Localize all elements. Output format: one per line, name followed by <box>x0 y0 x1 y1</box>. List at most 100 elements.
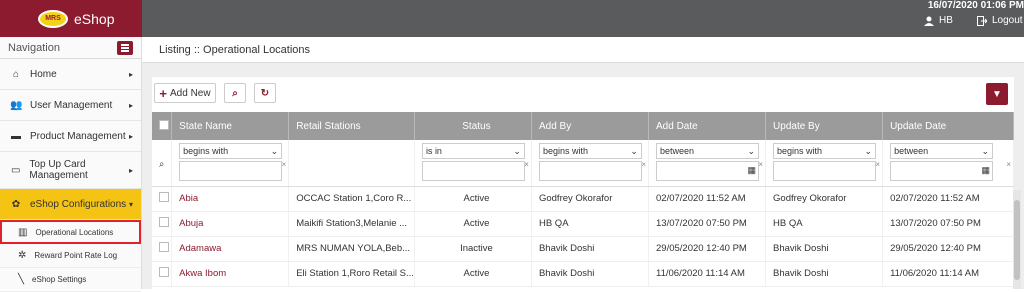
sidebar-item-label: Operational Locations <box>35 227 114 237</box>
sidebar-subitem-operational-locations[interactable]: ▥ Operational Locations <box>0 220 141 244</box>
user-menu[interactable]: HB <box>924 15 953 26</box>
row-select-cell[interactable] <box>152 211 173 237</box>
cell-add-date: 11/06/2020 11:14 AM <box>648 261 767 287</box>
filter-row: ⌕ begins with ⌄ × is in ⌄ × begins with ⌄ × be… <box>152 140 1014 187</box>
map-icon: ▥ <box>18 226 28 238</box>
row-checkbox[interactable] <box>159 267 169 277</box>
calendar-icon[interactable]: ▦ <box>747 165 756 176</box>
filter-input[interactable] <box>538 161 642 181</box>
cell-update-date: 13/07/2020 07:50 PM <box>882 211 1014 237</box>
sidebar-item-user-management[interactable]: 👥 User Management ▸ <box>0 90 141 121</box>
brand-name: eShop <box>74 10 115 27</box>
cell-retail-stations: Eli Station 1,Roro Retail S... <box>288 261 415 287</box>
filter-update-date: between ⌄ ▦ × <box>882 140 1014 187</box>
clear-icon[interactable]: × <box>282 160 287 169</box>
filter-date-input[interactable]: ▦ <box>890 161 994 181</box>
cell-state-name[interactable]: Abia <box>171 186 290 212</box>
row-checkbox[interactable] <box>159 242 169 252</box>
add-new-button[interactable]: + Add New <box>154 83 216 103</box>
select-all-cell[interactable] <box>152 112 173 140</box>
clear-icon[interactable]: × <box>875 160 880 169</box>
column-add-date[interactable]: Add Date <box>648 112 767 140</box>
cell-state-name[interactable]: Abuja <box>171 211 290 237</box>
mrs-badge: MRS <box>38 9 68 28</box>
table-row[interactable]: Abia OCCAC Station 1,Coro R... Active Go… <box>152 186 1014 212</box>
filter-operator-select[interactable]: is in ⌄ <box>421 143 525 159</box>
logout-label: Logout <box>992 15 1023 26</box>
table-row[interactable]: Abuja Maikifi Station3,Melanie ... Activ… <box>152 211 1014 237</box>
clear-icon[interactable]: × <box>641 160 646 169</box>
cell-update-date: 29/05/2020 12:40 PM <box>882 236 1014 262</box>
filter-state-name: begins with ⌄ × <box>171 140 290 187</box>
search-button[interactable]: ⌕ <box>224 83 246 103</box>
sidebar: Navigation ⌂ Home ▸ 👥 User Management ▸ ▬ Pro… <box>0 37 142 292</box>
clear-icon[interactable]: × <box>1006 160 1011 169</box>
row-checkbox[interactable] <box>159 217 169 227</box>
cell-status: Active <box>414 186 532 212</box>
filter-input[interactable] <box>773 161 877 181</box>
filter-operator-select[interactable]: begins with ⌄ <box>538 143 642 159</box>
nav-title: Navigation <box>8 41 60 54</box>
sidebar-item-home[interactable]: ⌂ Home ▸ <box>0 59 141 90</box>
column-update-date[interactable]: Update Date <box>882 112 1014 140</box>
table-row[interactable]: Adamawa MRS NUMAN YOLA,Beb... Inactive B… <box>152 236 1014 262</box>
scrollbar-thumb[interactable] <box>1014 200 1020 280</box>
table-row[interactable]: Akwa Ibom Eli Station 1,Roro Retail S...… <box>152 261 1014 287</box>
chevron-right-icon: ▸ <box>128 100 133 110</box>
filter-operator-select[interactable]: begins with ⌄ <box>179 143 283 159</box>
page-title: Listing :: Operational Locations <box>142 37 1024 63</box>
sidebar-item-label: Top Up Card Management <box>29 159 88 181</box>
filter-status: is in ⌄ × <box>414 140 532 187</box>
sidebar-subitem-eshop-settings[interactable]: ╲ eShop Settings <box>0 268 141 292</box>
row-select-cell[interactable] <box>152 236 173 262</box>
column-update-by[interactable]: Update By <box>765 112 884 140</box>
sidebar-item-eshop-configurations[interactable]: ✿ eShop Configurations ▾ <box>0 189 141 220</box>
sidebar-item-label: eShop Settings <box>32 275 87 284</box>
logout-icon <box>977 15 987 26</box>
clear-icon[interactable]: × <box>524 160 529 169</box>
column-status[interactable]: Status <box>414 112 532 140</box>
refresh-button[interactable]: ↻ <box>254 83 276 103</box>
menu-toggle-icon[interactable] <box>117 40 133 55</box>
vertical-scrollbar[interactable] <box>1013 190 1021 289</box>
logout-button[interactable]: Logout <box>977 15 1023 26</box>
filter-operator-select[interactable]: begins with ⌄ <box>773 143 877 159</box>
filter-date-input[interactable]: ▦ <box>656 161 759 181</box>
chevron-down-icon: ⌄ <box>864 145 873 156</box>
cell-add-date: 13/07/2020 07:50 PM <box>648 211 767 237</box>
select-all-checkbox[interactable] <box>159 119 169 130</box>
gear-icon: ✲ <box>18 250 27 261</box>
cell-update-date: 11/06/2020 11:14 AM <box>882 261 1014 287</box>
cell-retail-stations: Maikifi Station3,Melanie ... <box>288 211 415 237</box>
column-state-name[interactable]: State Name <box>171 112 290 140</box>
sidebar-subitem-reward-point-rate-log[interactable]: ✲ Reward Point Rate Log <box>0 244 141 268</box>
chevron-down-icon: ⌄ <box>270 145 279 156</box>
column-retail-stations[interactable]: Retail Stations <box>288 112 415 140</box>
cell-add-by: Bhavik Doshi <box>531 261 650 287</box>
brand-logo[interactable]: MRS eShop <box>0 0 142 37</box>
filter-operator-select[interactable]: between ⌄ <box>890 143 994 159</box>
filter-button[interactable]: ▼ <box>986 83 1008 105</box>
sidebar-item-top-up-card[interactable]: ▭ Top Up Card Management ▸ <box>0 152 141 189</box>
filter-input[interactable] <box>421 161 525 181</box>
calendar-icon[interactable]: ▦ <box>982 165 991 176</box>
plus-icon: + <box>159 85 167 101</box>
box-icon: ▬ <box>11 130 21 142</box>
sidebar-item-product-management[interactable]: ▬ Product Management ▸ <box>0 121 141 152</box>
filter-retail-stations <box>288 140 415 187</box>
cell-state-name[interactable]: Adamawa <box>171 236 290 262</box>
chevron-right-icon: ▸ <box>128 165 133 175</box>
cell-state-name[interactable]: Akwa Ibom <box>171 261 290 287</box>
filter-operator-select[interactable]: between ⌄ <box>656 143 759 159</box>
row-checkbox[interactable] <box>159 192 169 202</box>
column-add-by[interactable]: Add By <box>531 112 650 140</box>
chevron-down-icon: ⌄ <box>513 145 521 156</box>
clear-icon[interactable]: × <box>758 160 763 169</box>
row-select-cell[interactable] <box>152 261 173 287</box>
card-icon: ▭ <box>10 164 21 176</box>
row-select-cell[interactable] <box>152 186 173 212</box>
sidebar-item-label: User Management <box>30 99 113 111</box>
cell-add-by: HB QA <box>531 211 650 237</box>
cell-status: Active <box>414 211 532 237</box>
filter-input[interactable] <box>179 161 283 181</box>
